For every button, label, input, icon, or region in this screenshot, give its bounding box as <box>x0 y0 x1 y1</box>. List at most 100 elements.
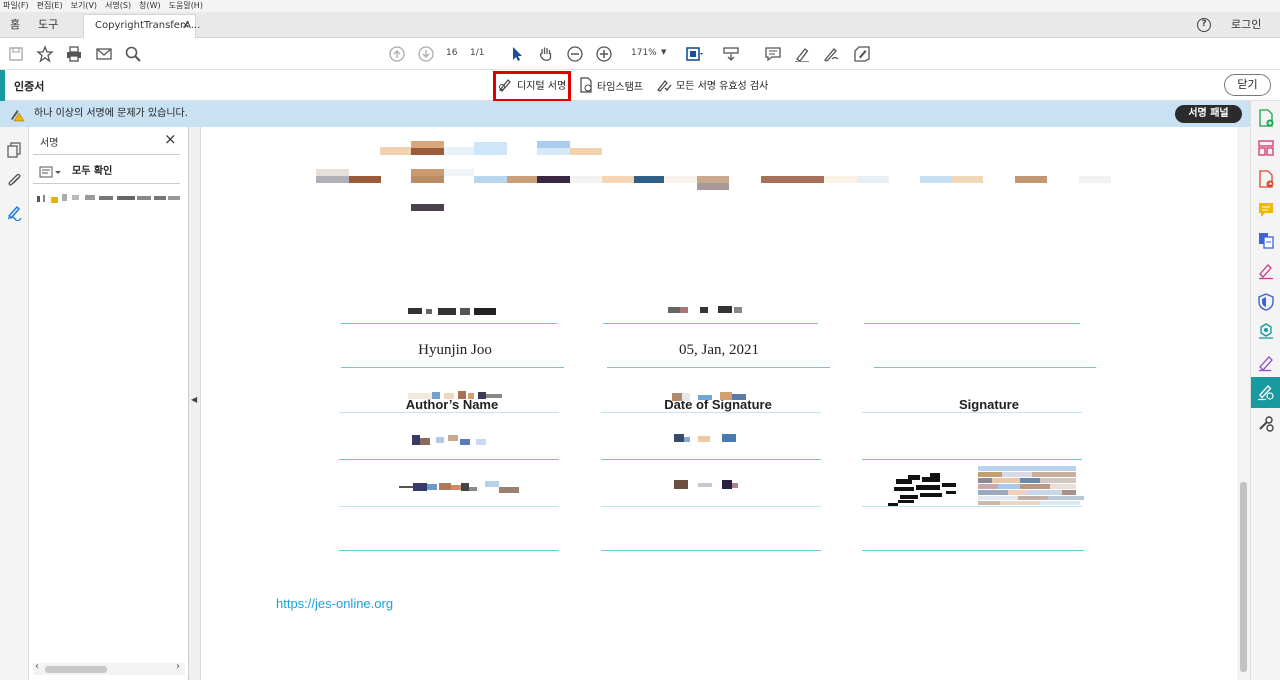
page-up-icon[interactable] <box>388 45 406 63</box>
comment-icon[interactable] <box>764 45 782 63</box>
more-tools-icon[interactable] <box>1257 415 1275 433</box>
highlight-pen-icon[interactable] <box>793 45 811 63</box>
collapse-arrow-icon[interactable]: ◀ <box>191 395 197 404</box>
redacted-date-cell-3 <box>672 389 752 403</box>
scroll-right-icon[interactable]: › <box>176 661 180 672</box>
login-button[interactable]: 로그인 <box>1231 12 1261 38</box>
tab-bar: 홈 도구 CopyrightTransferA... × ? 로그인 <box>0 12 1280 38</box>
date-underline-6 <box>601 550 821 551</box>
signature-underline-2 <box>874 367 1096 368</box>
digital-sign-icon <box>499 79 511 92</box>
draw-pen-icon[interactable] <box>822 45 840 63</box>
fit-page-icon[interactable] <box>685 45 703 63</box>
main-toolbar: 16 1/1 171% ▼ <box>0 38 1280 70</box>
select-cursor-icon[interactable] <box>508 45 526 63</box>
attachment-icon[interactable] <box>6 172 23 193</box>
signature-list-item[interactable] <box>37 193 183 205</box>
bookmark-star-icon[interactable] <box>36 45 54 63</box>
scrollbar-thumb[interactable] <box>45 666 107 673</box>
zoom-in-icon[interactable] <box>595 45 613 63</box>
menu-edit[interactable]: 편집(E) <box>37 0 63 12</box>
redacted-text-row-2 <box>202 167 1237 191</box>
signature-underline-5 <box>862 506 1082 507</box>
panel-horizontal-scrollbar[interactable]: ‹ › <box>33 661 185 675</box>
date-underline-4 <box>601 459 821 460</box>
date-underline-3 <box>601 412 821 413</box>
menu-bar: 파일(F) 편집(E) 보기(V) 서명(S) 창(W) 도움말(H) <box>0 0 1280 12</box>
menu-window[interactable]: 창(W) <box>139 0 161 12</box>
options-menu-icon[interactable] <box>39 163 63 182</box>
redacted-author-cell-4 <box>412 433 502 447</box>
certificates-title: 인증서 <box>14 80 45 93</box>
search-icon[interactable] <box>124 45 142 63</box>
page-number-input[interactable]: 16 <box>446 48 457 58</box>
document-vertical-scrollbar[interactable] <box>1237 127 1250 680</box>
journal-url-link[interactable]: https://jes-online.org <box>276 596 393 611</box>
date-underline-1 <box>603 323 818 324</box>
signature-date-value: 05, Jan, 2021 <box>679 342 759 358</box>
timestamp-button[interactable]: 타임스탬프 <box>579 77 643 93</box>
scroll-left-icon[interactable]: ‹ <box>35 661 39 672</box>
signature-panel-icon[interactable] <box>6 204 23 225</box>
author-underline-3 <box>339 412 559 413</box>
validate-all-label: 모든 서명 유효성 검사 <box>676 81 769 92</box>
fill-sign-icon[interactable] <box>853 45 871 63</box>
tab-home[interactable]: 홈 <box>10 12 20 38</box>
validate-all-button[interactable]: 모든 서명 유효성 검사 <box>656 77 768 92</box>
signature-warning-bar: 하나 이상의 서명에 문제가 있습니다. 서명 패널 <box>0 101 1250 127</box>
close-certificates-button[interactable]: 닫기 <box>1224 74 1271 96</box>
hand-tool-icon[interactable] <box>537 45 555 63</box>
export-pdf-icon[interactable] <box>1257 170 1275 188</box>
scan-enhance-icon[interactable] <box>1257 323 1275 341</box>
scroll-mode-icon[interactable] <box>722 45 740 63</box>
print-icon[interactable] <box>65 45 83 63</box>
close-tab-icon[interactable]: × <box>182 15 190 37</box>
redacted-fragment <box>411 204 444 211</box>
certificates-tool-active[interactable] <box>1251 377 1280 408</box>
redacted-author-cell-3 <box>402 389 512 403</box>
edit-pdf-icon[interactable] <box>1257 354 1275 372</box>
author-underline-4 <box>339 459 559 460</box>
vertical-scrollbar-thumb[interactable] <box>1240 482 1247 672</box>
certificate-sign-icon <box>1258 384 1274 401</box>
page-thumbnails-icon[interactable] <box>6 141 23 162</box>
verify-all-button[interactable]: 모두 확인 <box>72 162 112 177</box>
date-underline-5 <box>601 506 821 507</box>
tab-document[interactable]: CopyrightTransferA... × <box>83 14 200 38</box>
menu-view[interactable]: 보기(V) <box>71 0 97 12</box>
right-tools-rail <box>1250 101 1280 680</box>
save-icon[interactable] <box>7 45 25 63</box>
protect-icon[interactable] <box>1257 293 1275 311</box>
author-underline-2 <box>341 367 564 368</box>
timestamp-icon <box>580 77 592 93</box>
validate-signature-icon <box>657 80 672 92</box>
email-icon[interactable] <box>95 45 113 63</box>
combine-files-icon[interactable] <box>1257 231 1275 249</box>
redacted-text-row-1 <box>202 141 1237 157</box>
signature-underline-4 <box>862 459 1082 460</box>
create-pdf-icon[interactable] <box>1257 109 1275 127</box>
page-down-icon[interactable] <box>417 45 435 63</box>
digital-sign-button[interactable]: 디지털 서명 <box>498 77 566 92</box>
fill-and-sign-icon[interactable] <box>1257 262 1275 280</box>
menu-file[interactable]: 파일(F) <box>3 0 29 12</box>
warning-message: 하나 이상의 서명에 문제가 있습니다. <box>34 108 188 119</box>
organize-pages-icon[interactable] <box>1257 139 1275 157</box>
zoom-level[interactable]: 171% <box>631 48 657 58</box>
help-icon[interactable]: ? <box>1197 18 1211 32</box>
zoom-dropdown-icon[interactable]: ▼ <box>661 48 666 56</box>
redacted-text-top <box>202 127 1237 129</box>
signature-underline-3 <box>862 412 1082 413</box>
panel-collapse-bar[interactable]: ◀ <box>189 127 201 680</box>
zoom-out-icon[interactable] <box>566 45 584 63</box>
close-panel-icon[interactable]: × <box>164 130 177 148</box>
menu-help[interactable]: 도움말(H) <box>169 0 203 12</box>
accent-bar <box>0 70 5 101</box>
digital-sign-label: 디지털 서명 <box>517 81 567 92</box>
comment-tool-icon[interactable] <box>1257 201 1275 219</box>
signature-panel: 서명 × 모두 확인 ‹ › <box>29 127 189 680</box>
panel-divider-2 <box>33 183 180 184</box>
tab-tools[interactable]: 도구 <box>38 12 58 38</box>
signature-panel-button[interactable]: 서명 패널 <box>1175 105 1242 123</box>
menu-sign[interactable]: 서명(S) <box>105 0 131 12</box>
